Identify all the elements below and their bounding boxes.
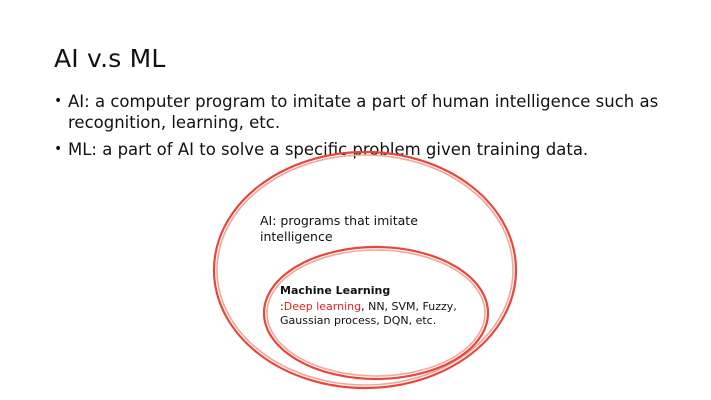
ml-title: Machine Learning [280,284,391,297]
ai-ellipse-label: AI: programs that imitate intelligence [260,213,418,244]
slide: AI v.s ML • AI: a computer program to im… [0,0,711,400]
ml-highlight-deep-learning: Deep learning [283,299,362,313]
venn-diagram [212,150,518,390]
ai-ellipse-outer [212,150,518,390]
ml-ellipse-label: Machine Learning :Deep learning, NN, SVM… [280,284,480,329]
